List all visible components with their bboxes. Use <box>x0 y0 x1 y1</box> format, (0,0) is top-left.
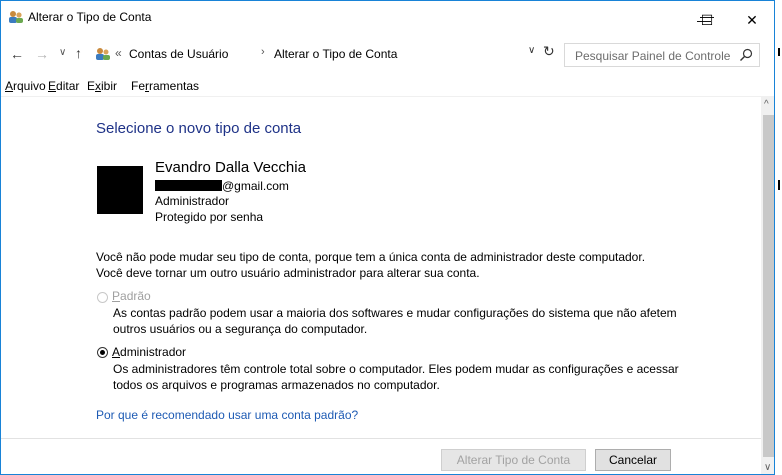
user-role: Administrador <box>155 194 230 208</box>
page-title: Selecione o novo tipo de conta <box>96 120 302 137</box>
address-dropdown-icon[interactable]: ∨ <box>528 45 535 56</box>
menu-view[interactable]: Exibir <box>87 79 117 93</box>
standard-radio[interactable] <box>97 292 108 303</box>
breadcrumb-overflow-icon[interactable]: « <box>115 46 122 60</box>
scroll-up-icon[interactable]: ^ <box>764 99 769 110</box>
info-text-line1: Você não pode mudar seu tipo de conta, p… <box>96 250 646 264</box>
password-status: Protegido por senha <box>155 210 264 224</box>
user-name: Evandro Dalla Vecchia <box>155 159 306 176</box>
breadcrumb-user-accounts[interactable]: Contas de Usuário <box>129 47 228 61</box>
menu-file[interactable]: Arquivo <box>5 79 46 93</box>
back-arrow-icon[interactable]: ← <box>10 46 24 62</box>
change-account-type-button[interactable]: Alterar Tipo de Conta <box>441 449 586 471</box>
standard-radio-label[interactable]: Padrão <box>112 289 151 303</box>
administrator-radio-label[interactable]: Administrador <box>112 345 186 359</box>
breadcrumb-change-account-type[interactable]: Alterar o Tipo de Conta <box>274 47 397 61</box>
info-text-line2: Você deve tornar um outro usuário admini… <box>96 266 480 280</box>
avatar <box>97 166 143 214</box>
refresh-icon[interactable]: ↻ <box>543 43 555 60</box>
menu-bar: Arquivo Editar Exibir Ferramentas <box>1 75 774 95</box>
user-email: @gmail.com <box>155 179 289 193</box>
users-icon <box>96 48 110 60</box>
up-arrow-icon[interactable]: ↑ <box>75 45 82 61</box>
content-divider <box>1 96 774 97</box>
administrator-description-line2: todos os arquivos e programas armazenado… <box>113 378 440 392</box>
standard-description-line2: outros usuários ou a segurança do comput… <box>113 322 368 336</box>
recent-locations-chevron-icon[interactable]: ∨ <box>59 47 66 58</box>
menu-edit[interactable]: Editar <box>48 79 79 93</box>
breadcrumb-separator-icon[interactable]: › <box>261 46 265 58</box>
scroll-down-icon[interactable]: ∨ <box>764 462 771 473</box>
menu-tools[interactable]: Ferramentas <box>131 79 199 93</box>
title-bar[interactable]: Alterar o Tipo de Conta — <box>1 1 774 31</box>
scrollbar-thumb[interactable] <box>763 115 774 457</box>
close-button[interactable]: ✕ <box>732 5 772 35</box>
desktop-background <box>775 0 782 475</box>
background-window-edge <box>778 180 780 190</box>
control-panel-window: Alterar o Tipo de Conta — — ☐ ✕ ← → ∨ ↑ … <box>0 0 775 475</box>
window-title: Alterar o Tipo de Conta <box>28 10 152 24</box>
cancel-button[interactable]: Cancelar <box>595 449 671 471</box>
why-standard-account-link[interactable]: Por que é recomendado usar uma conta pad… <box>96 408 358 422</box>
administrator-radio[interactable] <box>97 347 108 358</box>
search-box[interactable]: Pesquisar Painel de Controle <box>564 43 760 67</box>
search-icon[interactable] <box>739 48 753 62</box>
email-redaction <box>155 180 222 191</box>
search-input[interactable]: Pesquisar Painel de Controle <box>575 49 730 63</box>
administrator-description-line1: Os administradores têm controle total so… <box>113 362 679 376</box>
maximize-button[interactable]: ☐ <box>687 5 727 35</box>
forward-arrow-icon[interactable]: → <box>35 46 49 62</box>
users-icon <box>9 11 23 23</box>
background-window-edge <box>778 48 780 56</box>
footer-divider <box>1 438 774 439</box>
standard-description-line1: As contas padrão podem usar a maioria do… <box>113 306 677 320</box>
